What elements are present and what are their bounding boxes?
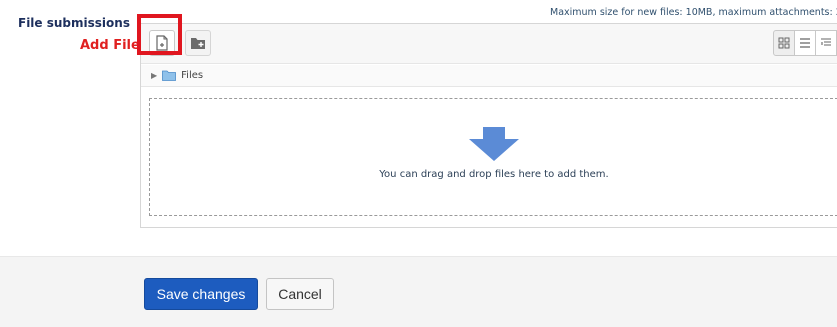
file-manager-toolbar	[141, 24, 837, 64]
add-file-button[interactable]	[149, 30, 175, 56]
folder-label[interactable]: Files	[181, 70, 203, 81]
view-list-button[interactable]	[794, 30, 816, 56]
view-icons-button[interactable]	[773, 30, 795, 56]
view-tree-icon	[821, 38, 831, 46]
drop-zone-message: You can drag and drop files here to add …	[379, 169, 609, 180]
add-file-icon	[156, 35, 168, 51]
file-tree[interactable]: ▶ Files	[141, 65, 837, 87]
view-icons-icon	[778, 37, 790, 49]
drop-zone[interactable]: You can drag and drop files here to add …	[149, 98, 837, 216]
create-folder-button[interactable]	[185, 30, 211, 56]
save-changes-button[interactable]: Save changes	[144, 278, 258, 310]
upload-limits-text: Maximum size for new files: 10MB, maximu…	[550, 7, 837, 18]
view-list-icon	[800, 38, 810, 48]
expand-arrow-icon[interactable]: ▶	[151, 71, 157, 80]
add-file-annotation: Add File	[80, 38, 140, 53]
view-mode-group	[773, 30, 837, 56]
file-manager: ▶ Files You can drag and drop files here…	[140, 23, 837, 228]
view-tree-button[interactable]	[815, 30, 837, 56]
drop-arrow-icon	[469, 127, 519, 161]
form-footer: Save changes Cancel	[0, 256, 837, 327]
create-folder-icon	[191, 38, 205, 49]
folder-icon	[162, 70, 177, 81]
field-label: File submissions	[18, 16, 130, 30]
cancel-button[interactable]: Cancel	[266, 278, 334, 310]
